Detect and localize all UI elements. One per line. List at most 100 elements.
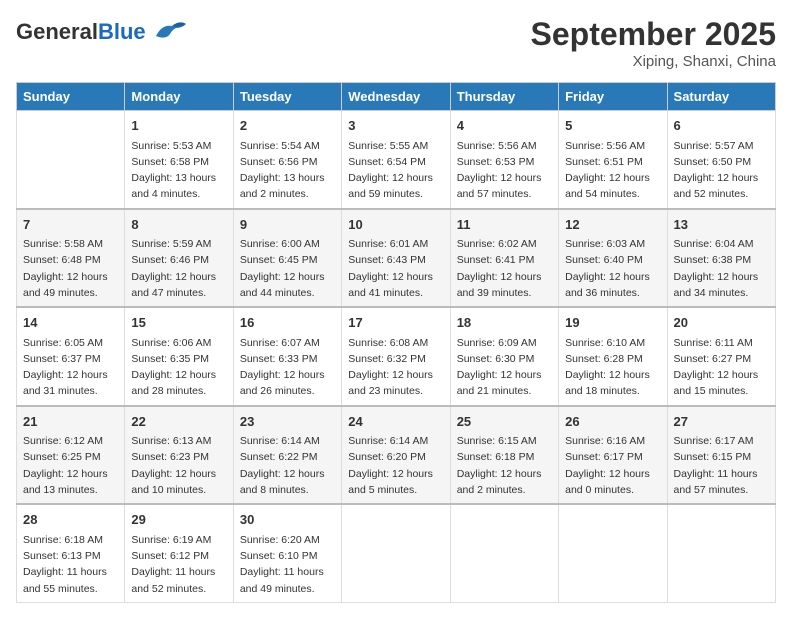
calendar-week-row: 7Sunrise: 5:58 AM Sunset: 6:48 PM Daylig… [17,209,776,308]
calendar-day-cell: 1Sunrise: 5:53 AM Sunset: 6:58 PM Daylig… [125,111,233,209]
day-number: 4 [457,116,552,136]
day-number: 11 [457,215,552,235]
day-number: 23 [240,412,335,432]
day-number: 13 [674,215,769,235]
day-number: 27 [674,412,769,432]
day-info: Sunrise: 6:13 AM Sunset: 6:23 PM Dayligh… [131,433,226,498]
calendar-day-cell: 23Sunrise: 6:14 AM Sunset: 6:22 PM Dayli… [233,406,341,505]
calendar-day-cell: 7Sunrise: 5:58 AM Sunset: 6:48 PM Daylig… [17,209,125,308]
day-info: Sunrise: 6:04 AM Sunset: 6:38 PM Dayligh… [674,236,769,301]
calendar-day-cell: 13Sunrise: 6:04 AM Sunset: 6:38 PM Dayli… [667,209,775,308]
calendar-empty-cell [342,504,450,602]
calendar-empty-cell [667,504,775,602]
day-info: Sunrise: 5:55 AM Sunset: 6:54 PM Dayligh… [348,138,443,203]
day-number: 20 [674,313,769,333]
calendar-empty-cell [17,111,125,209]
day-info: Sunrise: 6:00 AM Sunset: 6:45 PM Dayligh… [240,236,335,301]
day-number: 17 [348,313,443,333]
day-info: Sunrise: 6:14 AM Sunset: 6:20 PM Dayligh… [348,433,443,498]
calendar-day-cell: 16Sunrise: 6:07 AM Sunset: 6:33 PM Dayli… [233,307,341,406]
day-number: 24 [348,412,443,432]
day-number: 30 [240,510,335,530]
day-info: Sunrise: 5:54 AM Sunset: 6:56 PM Dayligh… [240,138,335,203]
title-block: September 2025 Xiping, Shanxi, China [531,16,776,70]
calendar-day-cell: 22Sunrise: 6:13 AM Sunset: 6:23 PM Dayli… [125,406,233,505]
calendar-empty-cell [450,504,558,602]
weekday-header-friday: Friday [559,83,667,111]
calendar-day-cell: 12Sunrise: 6:03 AM Sunset: 6:40 PM Dayli… [559,209,667,308]
day-number: 3 [348,116,443,136]
calendar-week-row: 28Sunrise: 6:18 AM Sunset: 6:13 PM Dayli… [17,504,776,602]
day-number: 6 [674,116,769,136]
day-number: 18 [457,313,552,333]
day-number: 1 [131,116,226,136]
day-info: Sunrise: 6:06 AM Sunset: 6:35 PM Dayligh… [131,335,226,400]
calendar-day-cell: 18Sunrise: 6:09 AM Sunset: 6:30 PM Dayli… [450,307,558,406]
day-info: Sunrise: 6:17 AM Sunset: 6:15 PM Dayligh… [674,433,769,498]
calendar-day-cell: 5Sunrise: 5:56 AM Sunset: 6:51 PM Daylig… [559,111,667,209]
day-info: Sunrise: 6:07 AM Sunset: 6:33 PM Dayligh… [240,335,335,400]
day-number: 8 [131,215,226,235]
day-number: 14 [23,313,118,333]
day-info: Sunrise: 5:53 AM Sunset: 6:58 PM Dayligh… [131,138,226,203]
day-info: Sunrise: 5:56 AM Sunset: 6:53 PM Dayligh… [457,138,552,203]
logo: GeneralBlue [16,16,188,49]
day-number: 28 [23,510,118,530]
day-info: Sunrise: 6:03 AM Sunset: 6:40 PM Dayligh… [565,236,660,301]
calendar-week-row: 14Sunrise: 6:05 AM Sunset: 6:37 PM Dayli… [17,307,776,406]
day-info: Sunrise: 6:01 AM Sunset: 6:43 PM Dayligh… [348,236,443,301]
calendar-day-cell: 2Sunrise: 5:54 AM Sunset: 6:56 PM Daylig… [233,111,341,209]
day-number: 9 [240,215,335,235]
day-info: Sunrise: 5:56 AM Sunset: 6:51 PM Dayligh… [565,138,660,203]
day-info: Sunrise: 5:57 AM Sunset: 6:50 PM Dayligh… [674,138,769,203]
day-info: Sunrise: 6:12 AM Sunset: 6:25 PM Dayligh… [23,433,118,498]
weekday-header-monday: Monday [125,83,233,111]
calendar-day-cell: 20Sunrise: 6:11 AM Sunset: 6:27 PM Dayli… [667,307,775,406]
calendar-day-cell: 10Sunrise: 6:01 AM Sunset: 6:43 PM Dayli… [342,209,450,308]
calendar-day-cell: 24Sunrise: 6:14 AM Sunset: 6:20 PM Dayli… [342,406,450,505]
calendar-week-row: 21Sunrise: 6:12 AM Sunset: 6:25 PM Dayli… [17,406,776,505]
page-header: GeneralBlue September 2025 Xiping, Shanx… [16,16,776,70]
day-info: Sunrise: 6:15 AM Sunset: 6:18 PM Dayligh… [457,433,552,498]
day-number: 22 [131,412,226,432]
day-number: 12 [565,215,660,235]
day-number: 2 [240,116,335,136]
day-number: 19 [565,313,660,333]
day-info: Sunrise: 5:58 AM Sunset: 6:48 PM Dayligh… [23,236,118,301]
weekday-header-row: SundayMondayTuesdayWednesdayThursdayFrid… [17,83,776,111]
calendar-day-cell: 19Sunrise: 6:10 AM Sunset: 6:28 PM Dayli… [559,307,667,406]
day-info: Sunrise: 6:11 AM Sunset: 6:27 PM Dayligh… [674,335,769,400]
calendar-day-cell: 9Sunrise: 6:00 AM Sunset: 6:45 PM Daylig… [233,209,341,308]
calendar-day-cell: 30Sunrise: 6:20 AM Sunset: 6:10 PM Dayli… [233,504,341,602]
day-number: 16 [240,313,335,333]
calendar-day-cell: 21Sunrise: 6:12 AM Sunset: 6:25 PM Dayli… [17,406,125,505]
day-info: Sunrise: 6:14 AM Sunset: 6:22 PM Dayligh… [240,433,335,498]
day-info: Sunrise: 6:10 AM Sunset: 6:28 PM Dayligh… [565,335,660,400]
weekday-header-tuesday: Tuesday [233,83,341,111]
day-number: 5 [565,116,660,136]
calendar-day-cell: 27Sunrise: 6:17 AM Sunset: 6:15 PM Dayli… [667,406,775,505]
day-info: Sunrise: 6:18 AM Sunset: 6:13 PM Dayligh… [23,532,118,597]
calendar-day-cell: 4Sunrise: 5:56 AM Sunset: 6:53 PM Daylig… [450,111,558,209]
calendar-day-cell: 6Sunrise: 5:57 AM Sunset: 6:50 PM Daylig… [667,111,775,209]
day-number: 10 [348,215,443,235]
calendar-empty-cell [559,504,667,602]
calendar-day-cell: 15Sunrise: 6:06 AM Sunset: 6:35 PM Dayli… [125,307,233,406]
day-info: Sunrise: 6:09 AM Sunset: 6:30 PM Dayligh… [457,335,552,400]
day-number: 21 [23,412,118,432]
month-title: September 2025 [531,16,776,53]
day-number: 26 [565,412,660,432]
calendar-day-cell: 28Sunrise: 6:18 AM Sunset: 6:13 PM Dayli… [17,504,125,602]
day-info: Sunrise: 6:08 AM Sunset: 6:32 PM Dayligh… [348,335,443,400]
logo-text: GeneralBlue [16,20,146,44]
weekday-header-thursday: Thursday [450,83,558,111]
day-info: Sunrise: 6:05 AM Sunset: 6:37 PM Dayligh… [23,335,118,400]
calendar-day-cell: 11Sunrise: 6:02 AM Sunset: 6:41 PM Dayli… [450,209,558,308]
day-number: 29 [131,510,226,530]
day-info: Sunrise: 6:20 AM Sunset: 6:10 PM Dayligh… [240,532,335,597]
weekday-header-wednesday: Wednesday [342,83,450,111]
day-info: Sunrise: 6:16 AM Sunset: 6:17 PM Dayligh… [565,433,660,498]
calendar-day-cell: 26Sunrise: 6:16 AM Sunset: 6:17 PM Dayli… [559,406,667,505]
calendar-day-cell: 8Sunrise: 5:59 AM Sunset: 6:46 PM Daylig… [125,209,233,308]
day-info: Sunrise: 6:19 AM Sunset: 6:12 PM Dayligh… [131,532,226,597]
